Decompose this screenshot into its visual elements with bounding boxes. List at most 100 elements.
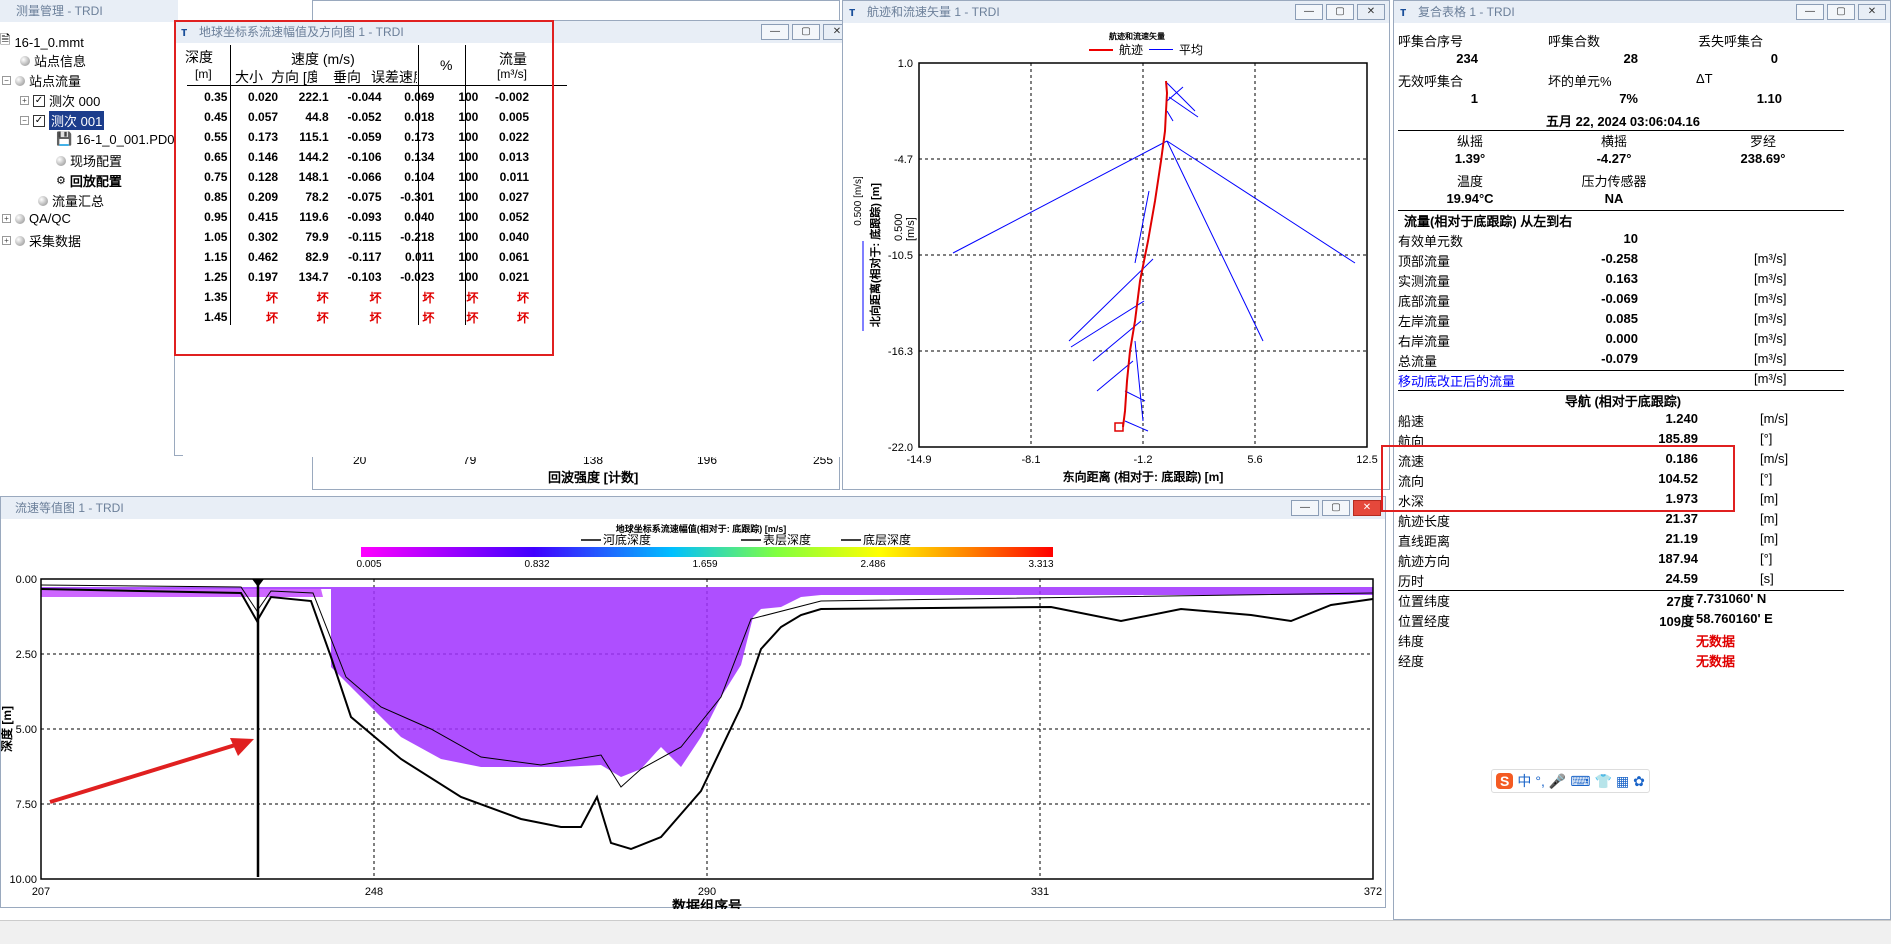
tick-label: 0.00 (16, 574, 37, 586)
tree-item-playback-config[interactable]: ⚙ 回放配置 (56, 171, 122, 190)
velocity-vector (1166, 110, 1174, 122)
tree-item-label: 测次 001 (49, 111, 105, 130)
summary-cell: 纵摇 (1456, 134, 1484, 149)
summary-cell: 10 (1623, 231, 1638, 246)
checkbox[interactable]: ✓ (33, 94, 45, 107)
summary-cell: 1.39° (1454, 151, 1486, 166)
tree-item-flow-summary[interactable]: 流量汇总 (38, 191, 104, 210)
maximize-button[interactable]: ▢ (792, 24, 820, 40)
highlight-box-table (174, 20, 554, 356)
tick-label: 290 (698, 886, 716, 898)
tick-label: 207 (32, 886, 50, 898)
track-window: ᴛ 航迹和流速矢量 1 - TRDI — ▢ ✕ 航迹和流速矢量 航迹 平均 -14.… (842, 0, 1390, 490)
summary-cell: 左岸流量 (1398, 314, 1451, 329)
x-axis-label: 东向距离 (相对于: 底跟踪) [m] (1063, 469, 1224, 484)
contour-window: 流速等值图 1 - TRDI — ▢ ✕ 地球坐标系流速幅值(相对于: 底跟踪) [… (0, 496, 1386, 909)
window-title: 复合表格 1 - TRDI (1418, 5, 1515, 19)
summary-row: 船速 1.240 [m/s] (1398, 409, 1844, 429)
ime-lang-indicator[interactable]: 中 (1517, 771, 1531, 791)
node-icon (15, 213, 25, 224)
y-axis-label: 深度 [m] (1, 706, 14, 752)
summary-row: 左岸流量 0.085 [m³/s] (1398, 309, 1844, 329)
summary-cell: 移动底改正后的流量 (1398, 374, 1516, 389)
tick-label: 7.50 (16, 799, 37, 811)
mic-icon[interactable]: 🎤 (1549, 773, 1566, 790)
tree-item-pd0-file[interactable]: 💾 16-1_0_001.PD0 (56, 131, 175, 147)
skin-icon[interactable]: 👕 (1595, 773, 1612, 790)
summary-row: 总流量 -0.079 [m³/s] (1398, 349, 1844, 369)
collapse-icon[interactable]: − (2, 76, 11, 85)
summary-cell: 流量(相对于底跟踪) 从左到右 (1404, 214, 1573, 229)
summary-cell: [m³/s] (1754, 371, 1787, 386)
summary-row: 五月 22, 2024 03:06:04.16 (1398, 109, 1844, 129)
summary-cell: 1 (1470, 91, 1478, 106)
tree-title-bar: 测量管理 - TRDI (0, 0, 178, 22)
expand-icon[interactable]: + (2, 236, 11, 245)
colorbar-tick: 1.659 (692, 559, 717, 570)
tree-item-transect-000[interactable]: + ✓ 测次 000 (20, 91, 100, 110)
minimize-button[interactable]: — (761, 24, 789, 40)
tree-item-transect-001[interactable]: − ✓ 测次 001 (20, 111, 105, 130)
close-button[interactable]: ✕ (1858, 4, 1886, 20)
track-line (1122, 80, 1169, 428)
summary-cell: 27度 (1666, 594, 1694, 609)
summary-cell: -0.079 (1601, 351, 1638, 366)
tick-label: 372 (1364, 886, 1382, 898)
collapse-icon[interactable]: − (20, 116, 29, 125)
keyboard-icon[interactable]: ⌨ (1570, 773, 1590, 790)
summary-cell: 顶部流量 (1398, 254, 1451, 269)
node-icon (15, 75, 25, 86)
summary-cell: 0 (1770, 51, 1778, 66)
summary-cell: NA (1604, 191, 1624, 206)
summary-row: 1.39° -4.27° 238.69° (1398, 149, 1844, 169)
legend-label: 表层深度 (763, 532, 811, 547)
expand-icon[interactable]: + (20, 96, 29, 105)
apps-icon[interactable]: ▦ (1616, 773, 1629, 790)
colorbar-tick: 3.313 (1028, 559, 1053, 570)
colorbar (361, 547, 1053, 557)
velocity-vector (1124, 420, 1149, 432)
summary-cell: 1.240 (1665, 411, 1698, 426)
cursor-marker (252, 579, 264, 587)
tree-root[interactable]: 🗎 16-1_0.mmt (0, 31, 84, 53)
minimize-button[interactable]: — (1796, 4, 1824, 20)
settings-icon[interactable]: ✿ (1633, 773, 1645, 790)
tree-item-qaqc[interactable]: + QA/QC (2, 211, 71, 226)
summary-cell: [m] (1760, 531, 1779, 546)
summary-cell: 109度 (1659, 614, 1694, 629)
summary-cell: 经度 (1398, 654, 1425, 669)
summary-cell: [m] (1760, 491, 1779, 506)
highlight-box-nav (1381, 445, 1735, 512)
summary-row: 呼集合序号 呼集合数 丢失呼集合 (1398, 29, 1844, 49)
tree-item-label: 采集数据 (29, 234, 82, 249)
summary-row: 纵摇 横摇 罗经 (1398, 129, 1844, 149)
summary-cell: 右岸流量 (1398, 334, 1451, 349)
expand-icon[interactable]: + (2, 214, 11, 223)
tree-item-site-info[interactable]: 站点信息 (20, 51, 86, 70)
node-icon (15, 235, 25, 246)
summary-row: 经度 无数据 (1398, 649, 1844, 669)
tree-item-label: 站点流量 (29, 74, 82, 89)
tree-item-label: 现场配置 (70, 154, 123, 169)
tree-item-collect-data[interactable]: + 采集数据 (2, 231, 81, 250)
velocity-vector (1134, 190, 1150, 264)
tick-label: 10.00 (9, 874, 37, 886)
tick-label: 2.50 (16, 649, 37, 661)
summary-cell: -0.258 (1601, 251, 1638, 266)
punctuation-icon[interactable]: °, (1535, 773, 1545, 789)
maximize-button[interactable]: ▢ (1827, 4, 1855, 20)
tree-item-field-config[interactable]: 现场配置 (56, 151, 122, 170)
ime-toolbar[interactable]: S 中 °, 🎤 ⌨ 👕 ▦ ✿ (1491, 769, 1650, 793)
summary-row: 有效单元数 10 (1398, 229, 1844, 249)
summary-cell: 导航 (相对于底跟踪) (1564, 394, 1682, 409)
summary-row: 导航 (相对于底跟踪) (1398, 389, 1844, 409)
summary-cell: 罗经 (1749, 134, 1777, 149)
tick-label: 5.6 (1247, 454, 1262, 466)
checkbox[interactable]: ✓ (33, 114, 45, 127)
summary-cell: 0.163 (1605, 271, 1638, 286)
tree-item-site-flow[interactable]: − 站点流量 (2, 71, 81, 90)
summary-cell: [m³/s] (1754, 251, 1787, 266)
summary-cell: 58.760160' E (1696, 611, 1773, 626)
trdi-logo-icon: ᴛ (1400, 4, 1407, 19)
summary-cell: 位置纬度 (1398, 594, 1451, 609)
